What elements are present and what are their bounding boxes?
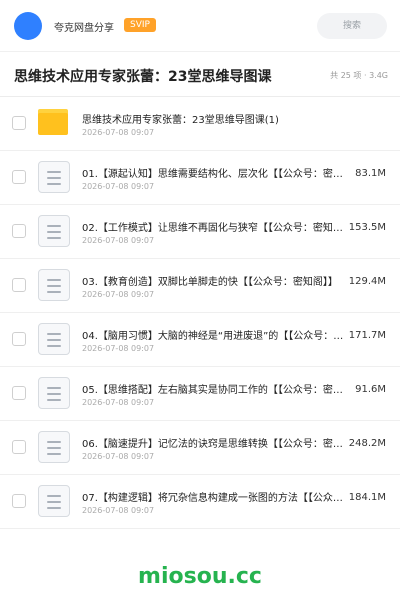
item-size: 184.1M — [348, 492, 386, 503]
title-bar: 思维技术应用专家张蕾：23堂思维导图课 共 25 项 · 3.4G — [0, 53, 400, 97]
item-size: 83.1M — [355, 168, 386, 179]
list-item[interactable]: 01.【源起认知】思维需要结构化、层次化【【公众号：密知阁】】 2026-07-… — [0, 151, 400, 205]
list-item[interactable]: 07.【构建逻辑】将冗杂信息构建成一张图的方法【【公众号：密知阁】】 2026-… — [0, 475, 400, 529]
item-count: 共 25 项 · 3.4G — [330, 71, 388, 80]
select-checkbox[interactable] — [12, 332, 26, 346]
item-name: 04.【脑用习惯】大脑的神经是“用进废退”的【【公众号：密知阁】】 — [82, 331, 352, 342]
search-button[interactable]: 搜索 — [317, 13, 387, 39]
item-name: 05.【思维搭配】左右脑其实是协同工作的【【公众号：密知阁】】 — [82, 385, 352, 396]
document-icon — [38, 215, 70, 247]
document-icon — [38, 485, 70, 517]
item-date: 2026-07-08 09:07 — [82, 182, 155, 191]
item-date: 2026-07-08 09:07 — [82, 452, 155, 461]
item-size: 91.6M — [355, 384, 386, 395]
document-icon — [38, 269, 70, 301]
item-name: 06.【脑速提升】记忆法的诀窍是思维转换【【公众号：密知阁】】 — [82, 439, 352, 450]
select-checkbox[interactable] — [12, 386, 26, 400]
document-icon — [38, 431, 70, 463]
svip-badge: SVIP — [124, 18, 156, 32]
item-size: 129.4M — [348, 276, 386, 287]
folder-icon — [38, 109, 68, 135]
list-item[interactable]: 03.【教育创造】双脚比单脚走的快【【公众号：密知阁】】 2026-07-08 … — [0, 259, 400, 313]
document-icon — [38, 377, 70, 409]
app-name: 夸克网盘分享 — [54, 23, 114, 34]
item-date: 2026-07-08 09:07 — [82, 128, 155, 137]
file-list: 思维技术应用专家张蕾：23堂思维导图课(1) 2026-07-08 09:07 … — [0, 97, 400, 529]
item-date: 2026-07-08 09:07 — [82, 398, 155, 407]
item-size: 248.2M — [348, 438, 386, 449]
site-watermark: miosou.cc — [138, 564, 262, 589]
item-date: 2026-07-08 09:07 — [82, 236, 155, 245]
list-item[interactable]: 04.【脑用习惯】大脑的神经是“用进废退”的【【公众号：密知阁】】 2026-0… — [0, 313, 400, 367]
item-date: 2026-07-08 09:07 — [82, 344, 155, 353]
list-item[interactable]: 02.【工作模式】让思维不再固化与狭窄【【公众号：密知阁】】 2026-07-0… — [0, 205, 400, 259]
page-title: 思维技术应用专家张蕾：23堂思维导图课 — [14, 69, 272, 85]
item-size: 171.7M — [348, 330, 386, 341]
item-date: 2026-07-08 09:07 — [82, 506, 155, 515]
select-checkbox[interactable] — [12, 440, 26, 454]
app-header: 夸克网盘分享 SVIP 搜索 — [0, 0, 400, 52]
avatar[interactable] — [14, 12, 42, 40]
item-name: 03.【教育创造】双脚比单脚走的快【【公众号：密知阁】】 — [82, 277, 338, 288]
list-item[interactable]: 06.【脑速提升】记忆法的诀窍是思维转换【【公众号：密知阁】】 2026-07-… — [0, 421, 400, 475]
select-checkbox[interactable] — [12, 494, 26, 508]
item-name: 思维技术应用专家张蕾：23堂思维导图课(1) — [82, 115, 279, 126]
select-checkbox[interactable] — [12, 116, 26, 130]
item-name: 02.【工作模式】让思维不再固化与狭窄【【公众号：密知阁】】 — [82, 223, 352, 234]
item-size: 153.5M — [348, 222, 386, 233]
item-name: 01.【源起认知】思维需要结构化、层次化【【公众号：密知阁】】 — [82, 169, 352, 180]
list-item[interactable]: 思维技术应用专家张蕾：23堂思维导图课(1) 2026-07-08 09:07 — [0, 97, 400, 151]
select-checkbox[interactable] — [12, 170, 26, 184]
select-checkbox[interactable] — [12, 224, 26, 238]
list-item[interactable]: 05.【思维搭配】左右脑其实是协同工作的【【公众号：密知阁】】 2026-07-… — [0, 367, 400, 421]
item-date: 2026-07-08 09:07 — [82, 290, 155, 299]
document-icon — [38, 161, 70, 193]
select-checkbox[interactable] — [12, 278, 26, 292]
item-name: 07.【构建逻辑】将冗杂信息构建成一张图的方法【【公众号：密知阁】】 — [82, 493, 352, 504]
document-icon — [38, 323, 70, 355]
